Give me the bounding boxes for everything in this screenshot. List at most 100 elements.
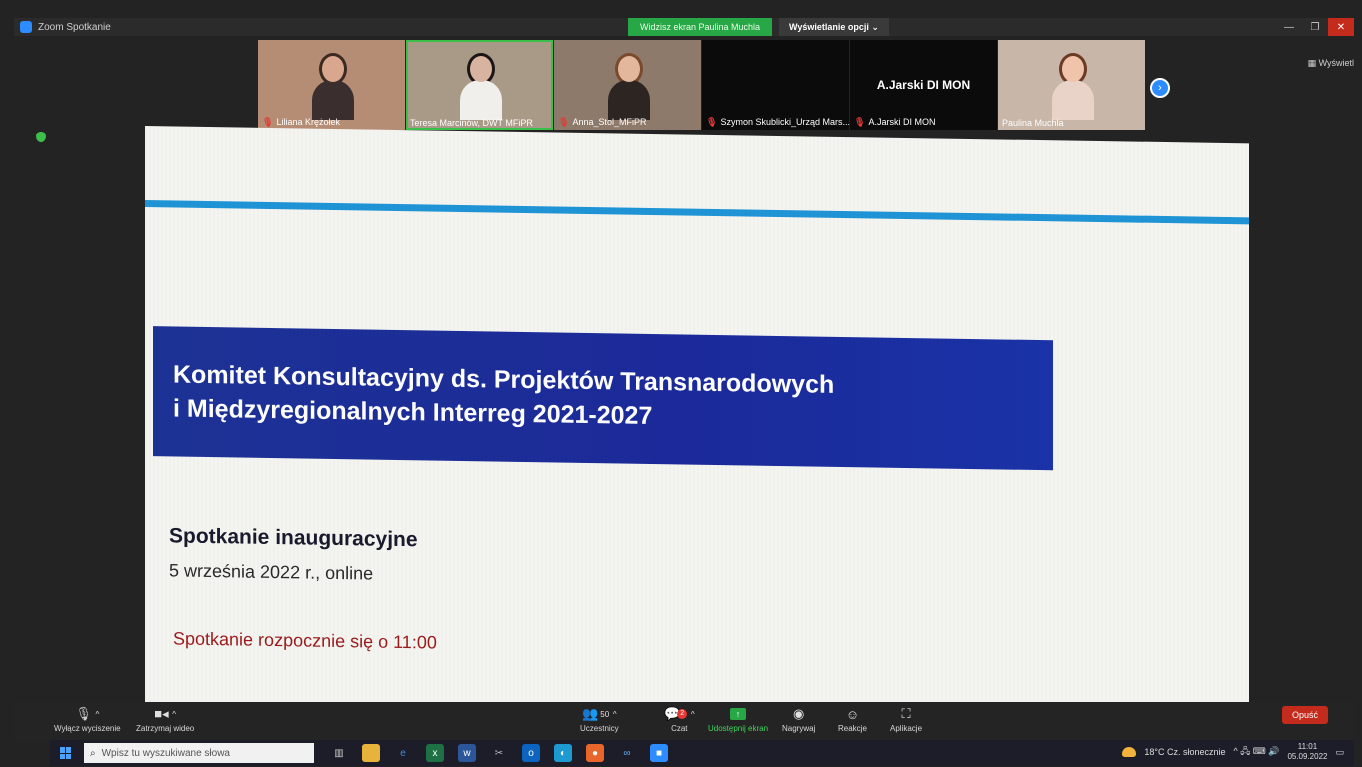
maximize-button[interactable]: ❐: [1302, 18, 1328, 36]
unmute-button[interactable]: 🎙︎ ^ Wyłącz wyciszenie: [54, 706, 121, 733]
taskbar-apps: ▥ e x w ✂ o ◐ ● ∞ ■: [330, 744, 668, 762]
edge-legacy-icon[interactable]: e: [394, 744, 412, 762]
participant-tile[interactable]: A.Jarski DI MON 🎙︎ A.Jarski DI MON: [850, 40, 997, 130]
view-button[interactable]: ▦ Wyświetl: [1308, 58, 1354, 69]
participant-body: [1051, 80, 1094, 120]
smiley-reaction-icon: ☺: [845, 706, 860, 722]
slide-subtitle: Spotkanie inauguracyjne: [169, 524, 418, 552]
record-label: Nagrywaj: [782, 724, 816, 733]
leave-meeting-button[interactable]: Opuść: [1281, 706, 1328, 724]
zoom-taskbar-icon[interactable]: ■: [650, 744, 668, 762]
participant-name-text: A.Jarski DI MON: [868, 117, 936, 127]
apps-button[interactable]: ⛶ Aplikacje: [890, 706, 922, 733]
participant-video: [459, 53, 502, 120]
participant-video: [311, 53, 354, 120]
share-screen-arrow-icon: ↑: [730, 708, 747, 720]
participants-icon: 👥: [582, 706, 599, 721]
apps-label: Aplikacje: [890, 724, 923, 733]
shield-icon[interactable]: [36, 132, 46, 142]
participant-face: [1061, 56, 1084, 82]
notifications-icon[interactable]: ▭: [1335, 747, 1344, 758]
participant-name: 🎙︎ Szymon Skublicki_Urząd Mars...: [706, 117, 849, 128]
participant-name-text: Teresa Marcinów, DWT MFiPR: [410, 118, 533, 128]
outlook-icon[interactable]: o: [522, 744, 540, 762]
participant-face: [617, 56, 640, 82]
taskbar-clock[interactable]: 11:01 05.09.2022: [1287, 742, 1327, 762]
participant-strip: 🎙︎ Liliana Krężołek Teresa Marcinów, DWT M…: [258, 40, 1146, 130]
audio-options-caret[interactable]: ^: [95, 710, 99, 719]
participants-label: Uczestnicy: [580, 724, 619, 733]
participant-name: Teresa Marcinów, DWT MFiPR: [410, 118, 533, 128]
video-camera-icon: ■◂: [154, 706, 169, 721]
edge-icon[interactable]: ◐: [554, 744, 572, 762]
participant-name-text: Anna_Stol_MFiPR: [572, 117, 647, 127]
taskbar-search-input[interactable]: ⌕ Wpisz tu wyszukiwane słowa: [84, 743, 314, 763]
participant-body: [311, 80, 354, 120]
muted-microphone-icon: 🎙︎: [262, 117, 274, 127]
participant-name: 🎙︎ Liliana Krężołek: [262, 117, 340, 128]
screen-share-banner: Widzisz ekran Paulina Muchla: [628, 18, 773, 36]
apps-grid-icon: ⛶: [901, 706, 911, 721]
file-explorer-icon[interactable]: [362, 744, 380, 762]
weather-sun-cloud-icon: [1122, 747, 1137, 757]
participants-count: 50: [600, 709, 610, 719]
webex-icon[interactable]: ∞: [618, 744, 636, 762]
participant-tile[interactable]: Teresa Marcinów, DWT MFiPR: [406, 40, 553, 130]
clock-date: 05.09.2022: [1287, 752, 1328, 761]
next-page-arrow-icon[interactable]: ›: [1150, 78, 1170, 98]
participants-button[interactable]: 👥 50 ^ Uczestnicy: [580, 706, 619, 733]
participant-tile[interactable]: 🎙︎ Szymon Skublicki_Urząd Mars...: [702, 40, 849, 130]
share-screen-button[interactable]: ↑ Udostępnij ekran: [708, 706, 768, 733]
participant-body: [607, 80, 650, 120]
participant-video: [1051, 53, 1094, 120]
excel-icon[interactable]: x: [426, 744, 444, 762]
minimize-button[interactable]: —: [1276, 18, 1302, 36]
window-controls: — ❐ ✕: [1276, 18, 1354, 36]
view-options-button[interactable]: Wyświetlanie opcji ⌄: [779, 18, 889, 36]
close-button[interactable]: ✕: [1328, 18, 1354, 36]
tray-icons[interactable]: ^ 🖧 ⌨ 🔊: [1233, 744, 1279, 760]
participant-tile[interactable]: 🎙︎ Anna_Stol_MFiPR: [554, 40, 701, 130]
word-icon[interactable]: w: [458, 744, 476, 762]
slide-top-rule: [145, 200, 1249, 225]
participant-tile[interactable]: Paulina Muchla: [998, 40, 1145, 130]
zoom-app-icon: [20, 21, 32, 33]
meeting-toolbar: 🎙︎ ^ Wyłącz wyciszenie ■◂ ^ Zatrzymaj wi…: [14, 702, 1354, 740]
search-placeholder: Wpisz tu wyszukiwane słowa: [101, 747, 230, 759]
record-icon: ◉: [793, 706, 805, 721]
participant-face: [469, 56, 492, 82]
chat-button[interactable]: 💬 2 ^ Czat: [664, 706, 695, 733]
participant-center-name: A.Jarski DI MON: [876, 78, 971, 92]
firefox-icon[interactable]: ●: [586, 744, 604, 762]
video-options-caret[interactable]: ^: [172, 710, 176, 719]
windows-taskbar: ⌕ Wpisz tu wyszukiwane słowa ▥ e x w ✂ o…: [50, 740, 1354, 766]
share-screen-label: Udostępnij ekran: [708, 724, 769, 733]
muted-microphone-icon: 🎙︎: [854, 117, 866, 127]
weather-text[interactable]: 18°C Cz. słonecznie: [1144, 747, 1225, 757]
stop-video-button[interactable]: ■◂ ^ Zatrzymaj wideo: [136, 706, 194, 733]
chat-unread-badge: 2: [677, 709, 688, 719]
participant-tile[interactable]: 🎙︎ Liliana Krężołek: [258, 40, 405, 130]
clock-time: 11:01: [1297, 742, 1318, 751]
muted-microphone-icon: 🎙︎: [558, 117, 570, 127]
record-button[interactable]: ◉ Nagrywaj: [782, 706, 815, 733]
participant-name-text: Liliana Krężołek: [276, 117, 340, 127]
participant-name-text: Paulina Muchla: [1002, 118, 1064, 128]
window-titlebar: Zoom Spotkanie Widzisz ekran Paulina Muc…: [14, 18, 1354, 36]
participant-name: 🎙︎ A.Jarski DI MON: [854, 117, 935, 128]
snipping-tool-icon[interactable]: ✂: [490, 744, 508, 762]
participant-body: [459, 80, 502, 120]
participant-video: [607, 53, 650, 120]
search-icon: ⌕: [90, 747, 96, 759]
slide-date: 5 września 2022 r., online: [169, 560, 374, 584]
reactions-label: Reakcje: [838, 724, 867, 733]
shared-slide: Komitet Konsultacyjny ds. Projektów Tran…: [145, 126, 1249, 728]
unmute-label: Wyłącz wyciszenie: [54, 724, 121, 733]
windows-start-icon[interactable]: [60, 747, 72, 759]
reactions-button[interactable]: ☺ Reakcje: [838, 706, 867, 734]
chat-options-caret[interactable]: ^: [691, 710, 695, 719]
muted-microphone-icon: 🎙︎: [75, 706, 92, 721]
slide-title-banner: Komitet Konsultacyjny ds. Projektów Tran…: [153, 326, 1053, 471]
participants-options-caret[interactable]: ^: [613, 710, 617, 719]
task-view-icon[interactable]: ▥: [330, 744, 348, 762]
